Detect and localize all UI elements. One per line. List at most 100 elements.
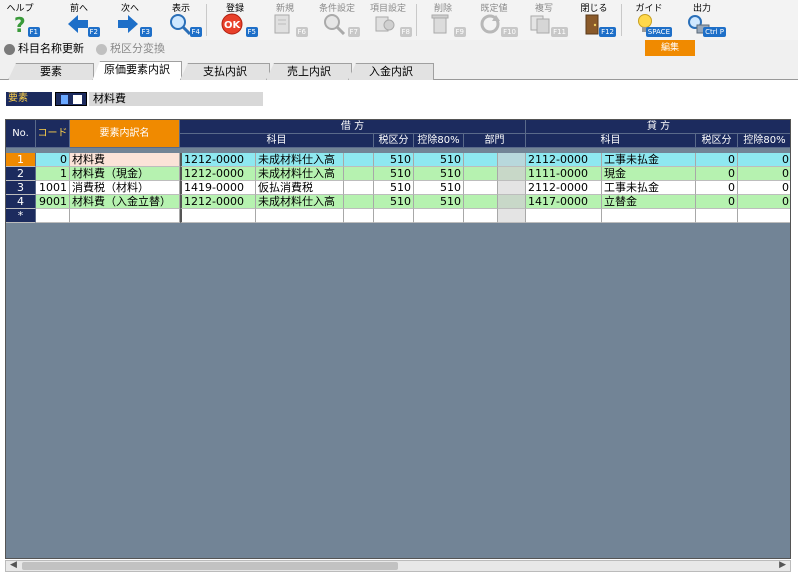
credit-account-code-cell[interactable]: 2112-0000 [526, 181, 602, 195]
credit-deduct-cell[interactable]: 0 [738, 153, 790, 167]
element-select-button[interactable] [55, 92, 87, 106]
credit-tax-cell[interactable]: 0 [696, 181, 738, 195]
arrow-right-icon [118, 15, 138, 33]
code-cell[interactable]: 9001 [36, 195, 70, 209]
refresh-icon [4, 44, 15, 55]
debit-account-code-cell[interactable] [180, 209, 256, 223]
row-number: 1 [6, 153, 36, 167]
code-cell[interactable]: 1 [36, 167, 70, 181]
debit-deduct-cell[interactable]: 510 [414, 153, 464, 167]
debit-account-name-cell[interactable]: 未成材料仕入高 [256, 195, 344, 209]
scroll-left-icon[interactable]: ◀ [10, 560, 17, 570]
debit-dept-cell[interactable] [464, 181, 498, 195]
debit-account-code-cell[interactable]: 1419-0000 [180, 181, 256, 195]
debit-deduct-cell[interactable]: 510 [414, 167, 464, 181]
next-button[interactable]: 次へ F3 [108, 0, 152, 40]
credit-deduct-cell[interactable] [738, 209, 790, 223]
credit-account-name-cell[interactable] [602, 209, 696, 223]
table-row[interactable]: 4 9001 材料費（入金立替） 1212-0000 未成材料仕入高 510 5… [6, 195, 790, 209]
register-button[interactable]: 登録 OK F5 [212, 0, 258, 40]
credit-account-code-cell[interactable]: 1417-0000 [526, 195, 602, 209]
tax-convert-button[interactable]: 税区分変換 [94, 41, 165, 57]
name-cell[interactable]: 材料費 [70, 153, 180, 167]
debit-deduct-cell[interactable] [414, 209, 464, 223]
delete-button[interactable]: 削除 F9 [420, 0, 466, 40]
header-debit-dept: 部門 [464, 134, 526, 148]
debit-account-name-cell[interactable]: 未成材料仕入高 [256, 167, 344, 181]
credit-account-name-cell[interactable]: 工事未払金 [602, 153, 696, 167]
debit-deduct-cell[interactable]: 510 [414, 181, 464, 195]
debit-account-code-cell[interactable]: 1212-0000 [180, 195, 256, 209]
credit-account-code-cell[interactable]: 1111-0000 [526, 167, 602, 181]
debit-dept-name-cell [498, 195, 526, 209]
tab-cost-element-breakdown[interactable]: 原価要素内訳 [92, 61, 182, 81]
table-row[interactable]: 1 0 材料費 1212-0000 未成材料仕入高 510 510 2112-0… [6, 153, 790, 167]
header-debit-tax: 税区分 [374, 134, 414, 148]
close-button[interactable]: 閉じる F12 [572, 0, 616, 40]
code-cell[interactable] [36, 209, 70, 223]
credit-deduct-cell[interactable]: 0 [738, 181, 790, 195]
name-cell[interactable] [70, 209, 180, 223]
scroll-right-icon[interactable]: ▶ [779, 560, 786, 570]
update-account-names-button[interactable]: 科目名称更新 [2, 41, 84, 57]
debit-tax-cell[interactable] [374, 209, 414, 223]
credit-deduct-cell[interactable]: 0 [738, 195, 790, 209]
default-value-button[interactable]: 既定値 F10 [470, 0, 518, 40]
debit-dept-cell[interactable] [464, 209, 498, 223]
new-button[interactable]: 新規 F6 [262, 0, 308, 40]
debit-dept-name-cell [498, 153, 526, 167]
name-cell[interactable]: 消費税（材料） [70, 181, 180, 195]
debit-account-code-cell[interactable]: 1212-0000 [180, 153, 256, 167]
help-button[interactable]: ヘルプ ? F1 [0, 0, 40, 40]
svg-text:?: ? [14, 13, 26, 35]
horizontal-scrollbar[interactable]: ◀ ▶ [5, 560, 791, 572]
credit-tax-cell[interactable]: 0 [696, 153, 738, 167]
tab-receipt-breakdown[interactable]: 入金内訳 [348, 63, 434, 80]
name-cell[interactable]: 材料費（現金） [70, 167, 180, 181]
credit-tax-cell[interactable]: 0 [696, 167, 738, 181]
header-debit: 借 方 [180, 120, 526, 134]
scrollbar-thumb[interactable] [22, 562, 398, 570]
table-row[interactable]: 3 1001 消費税（材料） 1419-0000 仮払消費税 510 510 2… [6, 181, 790, 195]
debit-account-name-cell[interactable]: 仮払消費税 [256, 181, 344, 195]
credit-deduct-cell[interactable]: 0 [738, 167, 790, 181]
credit-account-name-cell[interactable]: 工事未払金 [602, 181, 696, 195]
ok-icon: OK [221, 13, 243, 35]
credit-account-name-cell[interactable]: 立替金 [602, 195, 696, 209]
debit-account-name-cell[interactable] [256, 209, 344, 223]
breakdown-grid[interactable]: No. コード 要素内訳名 借 方 貸 方 科目 税区分 控除80% 部門 科目… [5, 119, 791, 559]
debit-dept-cell[interactable] [464, 167, 498, 181]
debit-tax-cell[interactable]: 510 [374, 195, 414, 209]
item-settings-button[interactable]: 項目設定 F8 [364, 0, 412, 40]
condition-settings-button[interactable]: 条件設定 F7 [314, 0, 360, 40]
tab-sales-breakdown[interactable]: 売上内訳 [266, 63, 352, 80]
credit-account-code-cell[interactable]: 2112-0000 [526, 153, 602, 167]
debit-tax-cell[interactable]: 510 [374, 181, 414, 195]
view-button[interactable]: 表示 F4 [160, 0, 202, 40]
credit-tax-cell[interactable]: 0 [696, 195, 738, 209]
toolbar-separator [416, 4, 417, 36]
code-cell[interactable]: 0 [36, 153, 70, 167]
credit-tax-cell[interactable] [696, 209, 738, 223]
debit-tax-cell[interactable]: 510 [374, 153, 414, 167]
debit-tax-cell[interactable]: 510 [374, 167, 414, 181]
debit-deduct-cell[interactable]: 510 [414, 195, 464, 209]
tab-element[interactable]: 要素 [8, 63, 94, 80]
table-row[interactable]: 2 1 材料費（現金） 1212-0000 未成材料仕入高 510 510 11… [6, 167, 790, 181]
debit-spacer-cell [344, 195, 374, 209]
new-row[interactable]: * [6, 209, 790, 223]
copy-button[interactable]: 複写 F11 [520, 0, 568, 40]
output-button[interactable]: 出力 Ctrl P [678, 0, 726, 40]
name-cell[interactable]: 材料費（入金立替） [70, 195, 180, 209]
guide-button[interactable]: ガイド SPACE [626, 0, 672, 40]
tab-payment-breakdown[interactable]: 支払内訳 [180, 63, 270, 80]
debit-account-code-cell[interactable]: 1212-0000 [180, 167, 256, 181]
debit-dept-cell[interactable] [464, 153, 498, 167]
debit-account-name-cell[interactable]: 未成材料仕入高 [256, 153, 344, 167]
credit-account-name-cell[interactable]: 現金 [602, 167, 696, 181]
prev-button[interactable]: 前へ F2 [58, 0, 100, 40]
code-cell[interactable]: 1001 [36, 181, 70, 195]
debit-dept-cell[interactable] [464, 195, 498, 209]
credit-account-code-cell[interactable] [526, 209, 602, 223]
row-number: 3 [6, 181, 36, 195]
